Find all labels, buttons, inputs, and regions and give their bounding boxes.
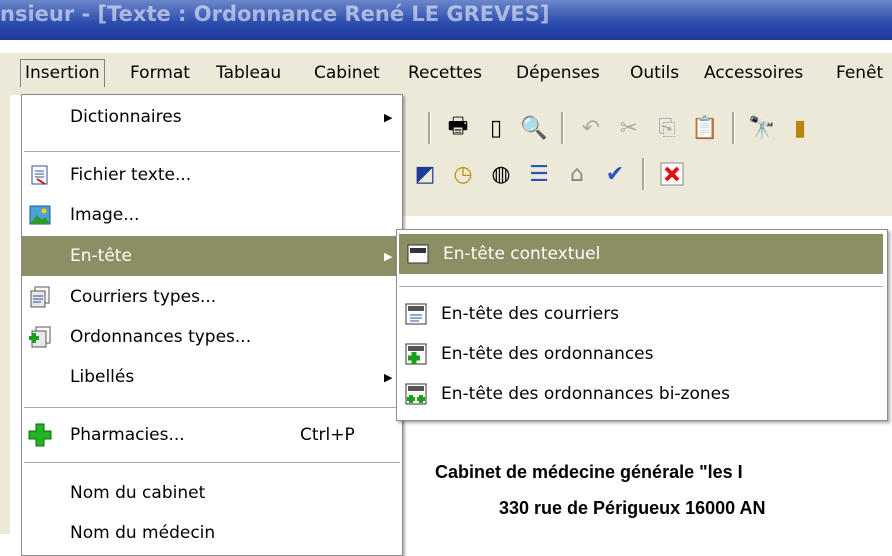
- submenu-item-label: En-tête des ordonnances bi-zones: [441, 384, 730, 404]
- stamp-icon[interactable]: ⌂: [561, 158, 593, 190]
- toolbar-separator: [561, 112, 564, 144]
- toolbar-area: 🖶 ▯ 🔍 ↶ ✂ ⎘ 📋 🔭 ▮ ◩ ◷ ◍ ☰ ⌂ ✔: [400, 94, 892, 217]
- toolbar-row-1: 🖶 ▯ 🔍 ↶ ✂ ⎘ 📋 🔭 ▮: [420, 106, 819, 150]
- menu-fenetre[interactable]: Fenêt: [832, 61, 887, 85]
- prescriptions-icon: [28, 325, 52, 349]
- menu-item-label: Fichier texte...: [70, 165, 192, 185]
- submenu-item-label: En-tête contextuel: [443, 244, 601, 264]
- text-file-icon: [28, 163, 52, 187]
- menu-format[interactable]: Format: [126, 61, 194, 85]
- menu-recettes[interactable]: Recettes: [404, 61, 486, 85]
- undo-icon[interactable]: ↶: [575, 112, 607, 144]
- list-icon[interactable]: ☰: [523, 158, 555, 190]
- menu-bar: Insertion Format Tableau Cabinet Recette…: [0, 52, 892, 95]
- menu-outils[interactable]: Outils: [626, 61, 683, 85]
- menu-item-shortcut: Ctrl+P: [300, 425, 355, 445]
- header-context-icon: [405, 241, 431, 267]
- menu-divider: [24, 151, 400, 152]
- print-preview-icon[interactable]: 🔍: [518, 112, 550, 144]
- menu-item-libelles[interactable]: Libellés ▶: [22, 357, 402, 397]
- submenu-item-entete-courriers[interactable]: En-tête des courriers: [397, 294, 887, 334]
- menu-item-dictionnaires[interactable]: Dictionnaires ▶: [22, 97, 402, 137]
- menu-cabinet[interactable]: Cabinet: [310, 61, 384, 85]
- menu-accessoires[interactable]: Accessoires: [700, 61, 807, 85]
- header-letters-icon: [403, 301, 429, 327]
- menu-item-nom-medecin[interactable]: Nom du médecin: [22, 513, 402, 553]
- letters-icon: [28, 285, 52, 309]
- chart-icon[interactable]: ▮: [784, 112, 816, 144]
- submenu-divider: [399, 286, 883, 287]
- submenu-item-entete-ordonnances-bi-zones[interactable]: En-tête des ordonnances bi-zones: [397, 374, 887, 414]
- toolbar-row-2: ◩ ◷ ◍ ☰ ⌂ ✔: [406, 152, 691, 196]
- entete-submenu: En-tête contextuel En-tête des courriers…: [396, 229, 888, 421]
- submenu-arrow-icon: ▶: [384, 249, 393, 263]
- menu-item-en-tete[interactable]: En-tête ▶: [22, 236, 402, 276]
- submenu-arrow-icon: ▶: [384, 110, 393, 124]
- submenu-item-label: En-tête des ordonnances: [441, 344, 654, 364]
- toolbar-separator: [428, 112, 431, 144]
- submenu-item-entete-ordonnances[interactable]: En-tête des ordonnances: [397, 334, 887, 374]
- menu-insertion[interactable]: Insertion: [20, 59, 105, 87]
- cut-icon[interactable]: ✂: [613, 112, 645, 144]
- menu-item-nom-cabinet[interactable]: Nom du cabinet: [22, 473, 402, 513]
- title-bar: nsieur - [Texte : Ordonnance René LE GRE…: [0, 0, 892, 40]
- menu-item-label: Pharmacies...: [70, 425, 185, 445]
- menu-item-pharmacies[interactable]: Pharmacies... Ctrl+P: [22, 415, 402, 455]
- find-icon[interactable]: 🔭: [746, 112, 778, 144]
- copy-icon[interactable]: ⎘: [651, 112, 683, 144]
- menu-item-fichier-texte[interactable]: Fichier texte...: [22, 155, 402, 195]
- toolbar-separator: [642, 158, 645, 190]
- menu-item-courriers-types[interactable]: Courriers types...: [22, 277, 402, 317]
- paste-icon[interactable]: 📋: [689, 112, 721, 144]
- menu-item-label: Nom du cabinet: [70, 483, 206, 503]
- header-prescription-bizone-icon: [403, 381, 429, 407]
- menu-tableau[interactable]: Tableau: [212, 61, 285, 85]
- submenu-item-label: En-tête des courriers: [441, 304, 620, 324]
- document-line-1: Cabinet de médecine générale "les I: [435, 462, 743, 482]
- menu-item-label: Dictionnaires: [70, 107, 182, 127]
- menu-item-label: En-tête: [70, 246, 132, 266]
- menu-item-ordonnances-types[interactable]: Ordonnances types...: [22, 317, 402, 357]
- image-icon: [28, 203, 52, 227]
- menu-item-image[interactable]: Image...: [22, 195, 402, 235]
- toolbar-separator: [732, 112, 735, 144]
- submenu-arrow-icon: ▶: [384, 370, 393, 384]
- header-prescription-icon: [403, 341, 429, 367]
- menu-item-label: Image...: [70, 205, 140, 225]
- left-frame: [0, 94, 10, 534]
- menu-item-label: Nom du médecin: [70, 523, 216, 543]
- close-red-icon[interactable]: [656, 158, 688, 190]
- sphere-icon[interactable]: ◍: [485, 158, 517, 190]
- menu-item-label: Libellés: [70, 367, 135, 387]
- spellcheck-icon[interactable]: ✔: [599, 158, 631, 190]
- insertion-menu: Dictionnaires ▶ Fichier texte... Image..…: [21, 94, 403, 556]
- text-box-icon[interactable]: ◩: [409, 158, 441, 190]
- menu-divider: [24, 462, 400, 463]
- menu-item-label: Ordonnances types...: [70, 327, 252, 347]
- print-icon[interactable]: 🖶: [442, 112, 474, 144]
- window-title: nsieur - [Texte : Ordonnance René LE GRE…: [0, 2, 550, 26]
- page-icon[interactable]: ▯: [480, 112, 512, 144]
- submenu-item-entete-contextuel[interactable]: En-tête contextuel: [399, 234, 883, 274]
- menu-depenses[interactable]: Dépenses: [512, 61, 604, 85]
- clock-icon[interactable]: ◷: [447, 158, 479, 190]
- pharmacy-cross-icon: [28, 423, 52, 447]
- menu-item-label: Courriers types...: [70, 287, 217, 307]
- document-line-2: 330 rue de Périgueux 16000 AN: [499, 498, 766, 518]
- menu-divider: [24, 407, 400, 408]
